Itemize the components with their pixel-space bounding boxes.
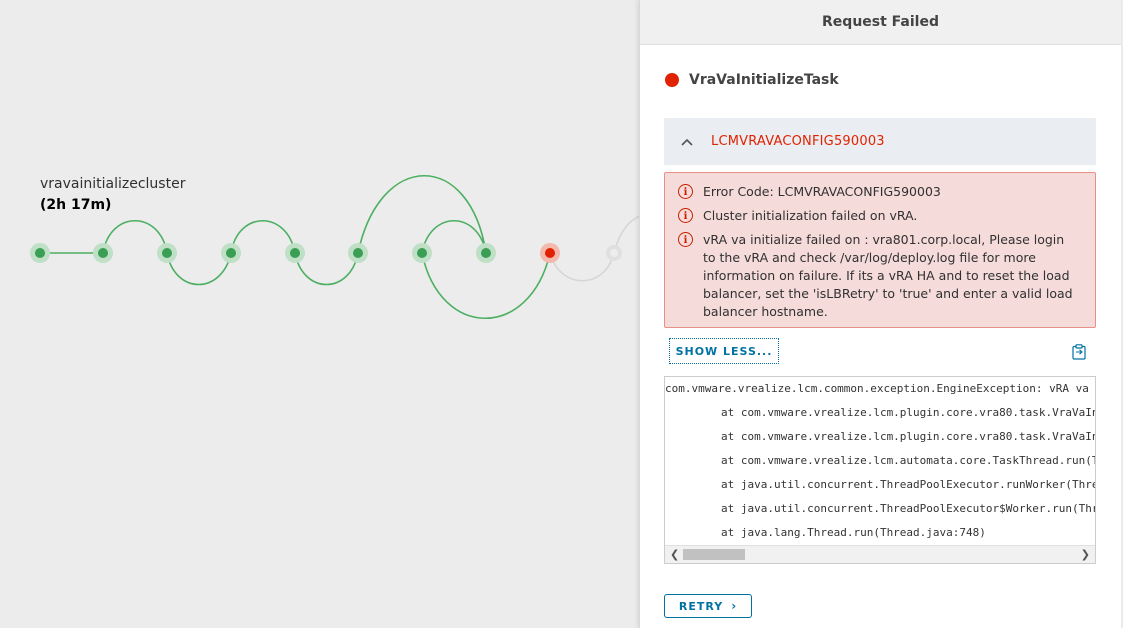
node-failed[interactable] [545, 248, 555, 258]
log-line: at java.util.concurrent.ThreadPoolExecut… [721, 478, 1095, 491]
error-code-title: LCMVRAVACONFIG590003 [711, 134, 885, 149]
workflow-graph [30, 174, 639, 319]
error-accordion-header[interactable]: LCMVRAVACONFIG590003 [664, 118, 1096, 165]
alert-text: Error Code: LCMVRAVACONFIG590003 [703, 184, 941, 199]
chevron-up-icon[interactable] [677, 135, 697, 149]
node-success[interactable] [417, 248, 427, 258]
node-success[interactable] [290, 248, 300, 258]
log-line: com.vmware.vrealize.lcm.common.exception… [665, 382, 1089, 395]
edge [294, 252, 359, 286]
retry-button[interactable]: RETRY › [664, 594, 752, 618]
task-name: VraVaInitializeTask [689, 72, 839, 88]
edge [421, 219, 487, 254]
error-alert: i Error Code: LCMVRAVACONFIG590003 i Clu… [664, 172, 1096, 328]
log-line: at com.vmware.vrealize.lcm.plugin.core.v… [721, 406, 1095, 419]
panel-title: Request Failed [640, 0, 1121, 45]
edge [230, 219, 296, 254]
node-success[interactable] [353, 248, 363, 258]
edge [357, 174, 487, 254]
cluster-duration: (2h 17m) [40, 197, 112, 213]
horizontal-scrollbar[interactable]: ❮ ❯ [665, 545, 1095, 563]
node-pending[interactable] [610, 249, 618, 257]
edge [102, 219, 168, 254]
alert-item: i Cluster initialization failed on vRA. [678, 207, 1079, 225]
log-lines: com.vmware.vrealize.lcm.common.exception… [665, 381, 1095, 541]
alert-item: i vRA va initialize failed on : vra801.c… [678, 231, 1079, 321]
scroll-left-icon[interactable]: ❮ [670, 546, 679, 563]
edge [166, 252, 232, 286]
clipboard-copy-icon[interactable] [1072, 344, 1086, 360]
log-line: at java.util.concurrent.ThreadPoolExecut… [721, 502, 1095, 515]
show-less-button[interactable]: SHOW LESS... [669, 338, 779, 364]
alert-text: Cluster initialization failed on vRA. [703, 208, 918, 223]
task-row: VraVaInitializeTask [665, 72, 839, 88]
chevron-right-icon: › [731, 599, 738, 613]
stack-trace-log[interactable]: com.vmware.vrealize.lcm.common.exception… [664, 376, 1096, 564]
error-info-icon: i [678, 232, 693, 247]
node-success[interactable] [162, 248, 172, 258]
node-success[interactable] [481, 248, 491, 258]
workflow-canvas[interactable]: vravainitializecluster (2h 17m) [0, 0, 639, 628]
cluster-name: vravainitializecluster [40, 176, 186, 192]
error-info-icon: i [678, 208, 693, 223]
node-success[interactable] [226, 248, 236, 258]
failed-status-icon [665, 73, 679, 87]
alert-text: vRA va initialize failed on : vra801.cor… [703, 232, 1073, 319]
retry-label: RETRY [678, 599, 724, 613]
log-line: at com.vmware.vrealize.lcm.automata.core… [721, 454, 1095, 467]
scroll-right-icon[interactable]: ❯ [1081, 546, 1090, 563]
alert-item: i Error Code: LCMVRAVACONFIG590003 [678, 183, 1079, 201]
scrollbar-thumb[interactable] [683, 549, 745, 560]
log-line: at com.vmware.vrealize.lcm.plugin.core.v… [721, 430, 1095, 443]
log-line: at java.lang.Thread.run(Thread.java:748) [721, 526, 986, 539]
error-info-icon: i [678, 184, 693, 199]
node-success[interactable] [35, 248, 45, 258]
node-success[interactable] [98, 248, 108, 258]
edge-pending [549, 215, 639, 282]
details-panel: Request Failed VraVaInitializeTask LCMVR… [639, 0, 1121, 628]
